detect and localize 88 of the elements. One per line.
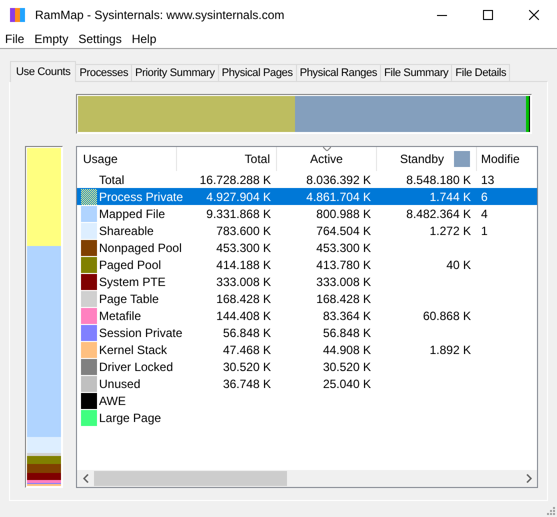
maximize-icon [483,10,493,20]
menu-item[interactable]: File [0,30,30,48]
table-cell-text: 60.868 K [422,308,471,324]
table-cell-text: Metafile [99,308,142,324]
table-cell-text: System PTE [99,274,166,290]
table-cell-text: 1.272 K [430,222,471,240]
table-cell-text: 4.927.904 K [206,188,271,206]
table-cell-text: 413.780 K [316,256,371,274]
table-cell-text: 6 [481,188,488,206]
table-cell-text: 453.300 K [316,240,371,256]
table-cell-text: 453.300 K [216,240,271,256]
table-cell-text: AWE [99,392,126,410]
table-row[interactable]: Page Table 168.428 K 168.428 K [77,290,537,307]
column-header[interactable]: Standby [377,147,477,171]
table-row[interactable]: Kernel Stack 47.468 K 44.908 K 1.892 K [77,341,537,358]
table-row[interactable]: System PTE 333.008 K 333.008 K [77,273,537,290]
menu-item[interactable]: Empty [29,30,74,48]
table-cell-text: 414.188 K [216,256,271,274]
table-cell-text: Paged Pool [99,256,162,274]
table-row[interactable]: Driver Locked 30.520 K 30.520 K [77,358,537,375]
scrollbar-thumb[interactable] [94,471,287,486]
table-cell-text: Mapped File [99,206,166,222]
table-cell-text: 764.504 K [316,222,371,240]
table-cell-text: 30.520 K [222,358,271,376]
sort-caret-icon [322,147,330,151]
table-cell-text: 8.548.180 K [406,172,471,188]
table-cell-text: 40 K [446,256,471,274]
table-cell-text: Session Private [99,324,182,342]
table-row[interactable]: Metafile 144.408 K 83.364 K 60.868 K [77,307,537,324]
table-cell-text: 800.988 K [316,206,371,222]
chevron-right-icon [526,474,532,483]
table-cell-text: 783.600 K [216,222,271,240]
tab[interactable]: File Details [451,64,510,82]
table-cell-text: Driver Locked [99,358,174,376]
table-row[interactable]: Unused 36.748 K 25.040 K [77,375,537,392]
table-row[interactable]: Large Page [77,409,537,426]
table-row[interactable]: Process Private 4.927.904 K 4.861.704 K 1.744 K 6 [77,188,537,205]
table-cell-text: 83.364 K [322,308,371,324]
table-cell-text: 44.908 K [322,342,371,358]
table-cell-text: Page Table [99,290,159,308]
table-cell-text: 13 [481,172,494,188]
table-cell-text: 30.520 K [322,358,371,376]
table-row[interactable]: Total 16.728.288 K 8.036.392 K 8.548.180 K 13 [77,171,537,188]
table-cell-text: 1 [481,222,488,240]
table-row[interactable]: Session Private 56.848 K 56.848 K [77,324,537,341]
table-cell-text: 168.428 K [316,290,371,308]
table-cell-text: 8.482.364 K [406,206,471,222]
table-cell-text: Shareable [99,222,154,240]
close-icon [529,10,539,20]
table-cell-text: 4 [481,206,488,222]
table-cell-text: 16.728.288 K [200,172,271,188]
column-header[interactable]: Modifie [477,147,537,171]
table-row[interactable]: Nonpaged Pool 453.300 K 453.300 K [77,239,537,256]
table-cell-text: Large Page [99,410,162,426]
table-cell-text: 47.468 K [222,342,271,358]
table-cell-text: 56.848 K [322,324,371,342]
table-cell-text: 36.748 K [222,376,271,392]
minimize-icon [437,14,447,16]
table-row[interactable]: Mapped File 9.331.868 K 800.988 K 8.482.364 K 4 [77,205,537,222]
chevron-left-icon [82,474,88,483]
menu-item[interactable]: Settings [73,30,127,48]
table-cell-text: 1.892 K [430,342,471,358]
table-row[interactable]: AWE [77,392,537,409]
table-cell-text: 9.331.868 K [206,206,271,222]
table-cell-text: 1.744 K [430,188,471,206]
table-row[interactable]: Paged Pool 414.188 K 413.780 K 40 K [77,256,537,273]
table-cell-text: Kernel Stack [99,342,168,358]
table-cell-text: Total [99,172,124,188]
tab[interactable]: Use Counts [10,61,76,82]
menu-item[interactable]: Help [126,30,162,48]
table-cell-text: Nonpaged Pool [99,240,182,256]
table-cell-text: 8.036.392 K [306,172,371,188]
table-cell-text: 4.861.704 K [306,188,371,206]
window-title: RamMap - Sysinternals: www.sysinternals.com [35,7,284,24]
column-header[interactable]: Active [277,147,377,171]
table-cell-text: 144.408 K [216,308,271,324]
table-cell-text: 168.428 K [216,290,271,308]
table-cell-text: 25.040 K [322,376,371,392]
app-icon [10,7,26,23]
column-header[interactable]: Total [177,147,277,171]
table-cell-text: 333.008 K [216,274,271,290]
table-cell-text: Process Private [99,188,184,206]
table-cell-text: Unused [99,376,140,392]
column-header[interactable]: Usage [77,147,177,171]
table-row[interactable]: Shareable 783.600 K 764.504 K 1.272 K 1 [77,222,537,239]
table-cell-text: 56.848 K [222,324,271,342]
resize-grip-icon [547,507,555,515]
table-cell-text: 333.008 K [316,274,371,290]
